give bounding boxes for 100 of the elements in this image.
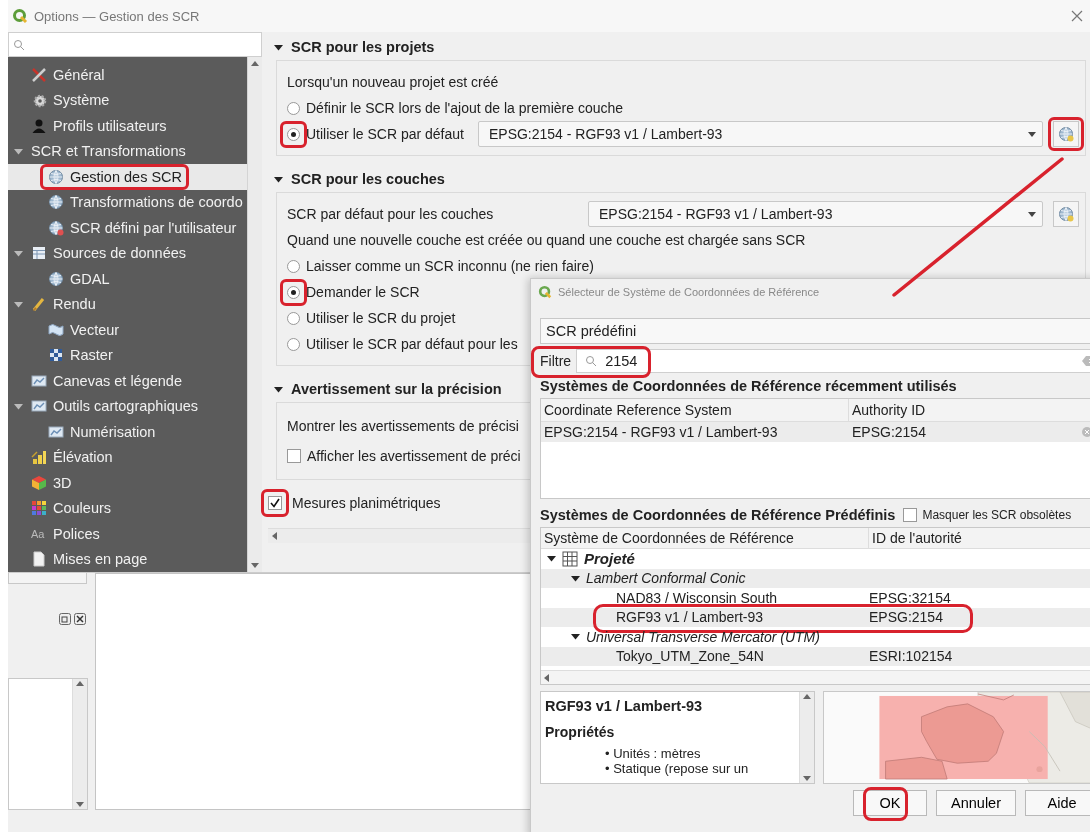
sidebar-item[interactable]: Élévation	[8, 444, 247, 470]
checkbox[interactable]	[268, 496, 282, 510]
up-arrow-icon[interactable]	[803, 694, 811, 699]
tree-row[interactable]: Universal Transverse Mercator (UTM)	[541, 627, 1090, 647]
radio-label[interactable]: Définir le SCR lors de l'ajout de la première couche	[306, 100, 624, 116]
dialog-title: Sélecteur de Système de Coordonnées de Référence	[558, 286, 820, 298]
column-header[interactable]: ID de l'autorité	[869, 528, 1090, 548]
sidebar-item[interactable]: Canevas et légende	[8, 368, 247, 394]
font-icon: Aa	[31, 527, 47, 540]
down-arrow-icon[interactable]	[251, 563, 259, 568]
radio-button[interactable]	[287, 311, 300, 325]
radio-button[interactable]	[287, 285, 300, 299]
sidebar-item[interactable]: SCR défini par l'utilisateur	[8, 215, 247, 241]
sidebar-item[interactable]: 3D	[8, 470, 247, 496]
left-arrow-icon[interactable]	[544, 673, 549, 682]
brush-icon	[31, 296, 47, 313]
caret-icon[interactable]	[274, 384, 283, 394]
globe-icon	[48, 270, 64, 287]
gear-icon	[31, 92, 47, 109]
sidebar-item[interactable]: Mises en page	[8, 546, 247, 572]
column-header[interactable]: Authority ID	[849, 399, 1090, 421]
tree-row[interactable]: RGF93 v1 / Lambert-93 EPSG:2154	[541, 607, 1090, 627]
tree-row[interactable]: Tokyo_UTM_Zone_54N ESRI:102154	[541, 646, 1090, 666]
tools-icon	[31, 66, 47, 83]
caret-icon[interactable]	[1028, 211, 1036, 217]
checkbox[interactable]	[903, 508, 918, 522]
dialog-button[interactable]: Annuler	[936, 790, 1016, 816]
app-logo-icon	[12, 8, 28, 24]
checkbox[interactable]	[287, 449, 301, 463]
radio-button[interactable]	[287, 101, 300, 115]
section-text: Montrer les avertissements de précisi	[287, 418, 519, 434]
sidebar-item[interactable]: Transformations de coordo	[8, 189, 247, 215]
tree-row[interactable]: Lambert Conformal Conic	[541, 568, 1090, 588]
caret-icon[interactable]	[547, 554, 556, 564]
table-icon	[31, 245, 47, 262]
grid-icon	[562, 550, 578, 567]
crs-dropdown[interactable]: EPSG:2154 - RGF93 v1 / Lambert-93	[588, 201, 1043, 227]
radio-button[interactable]	[287, 259, 300, 273]
up-arrow-icon[interactable]	[251, 61, 259, 66]
up-arrow-icon[interactable]	[76, 681, 84, 686]
section-title[interactable]: SCR pour les projets	[291, 39, 435, 55]
caret-icon[interactable]	[1028, 131, 1036, 137]
sidebar-item[interactable]: Raster	[8, 342, 247, 368]
sidebar-item[interactable]: Gestion des SCR	[8, 164, 247, 190]
radio-button[interactable]	[287, 337, 300, 351]
radio-button[interactable]	[287, 127, 300, 141]
down-arrow-icon[interactable]	[76, 802, 84, 807]
sidebar-item[interactable]: Outils cartographiques	[8, 393, 247, 419]
search-icon	[13, 38, 25, 51]
sidebar-item[interactable]: Profils utilisateurs	[8, 113, 247, 139]
radio-label[interactable]: Demander le SCR	[306, 284, 420, 300]
sidebar-item[interactable]: Sources de données	[8, 240, 247, 266]
column-header[interactable]: Système de Coordonnées de Référence	[541, 528, 869, 548]
left-arrow-icon[interactable]	[272, 532, 277, 540]
sidebar-item[interactable]: GDAL	[8, 266, 247, 292]
checkbox-label[interactable]: Afficher les avertissement de préci	[307, 448, 521, 464]
column-header[interactable]: Coordinate Reference System	[541, 399, 849, 421]
scrollbar[interactable]	[72, 679, 87, 809]
checkbox-label[interactable]: Masquer les SCR obsolètes	[922, 508, 1072, 522]
filter-field[interactable]: 2154	[576, 349, 1090, 373]
sidebar-item[interactable]: Général	[8, 62, 247, 88]
globe-icon	[48, 168, 64, 185]
scrollbar[interactable]	[541, 670, 1090, 684]
caret-icon[interactable]	[274, 174, 283, 184]
caret-icon[interactable]	[571, 632, 580, 642]
radio-label[interactable]: Laisser comme un SCR inconnu (ne rien faire)	[306, 258, 594, 274]
down-arrow-icon[interactable]	[803, 776, 811, 781]
sidebar-item[interactable]: Numérisation	[8, 419, 247, 445]
tree-label: Tokyo_UTM_Zone_54N	[616, 648, 764, 665]
sidebar-item[interactable]: Vecteur	[8, 317, 247, 343]
radio-label[interactable]: Utiliser le SCR par défaut	[306, 126, 464, 142]
radio-label[interactable]: Utiliser le SCR par défaut pour les	[306, 336, 518, 352]
sidebar-item[interactable]: Aa Polices	[8, 521, 247, 547]
tree-label: RGF93 v1 / Lambert-93	[616, 609, 764, 626]
search-field[interactable]	[8, 32, 262, 57]
radio-label[interactable]: Utiliser le SCR du projet	[306, 310, 456, 326]
crs-dropdown[interactable]: EPSG:2154 - RGF93 v1 / Lambert-93	[477, 121, 1043, 147]
sidebar-item[interactable]: Couleurs	[8, 495, 247, 521]
table-cell-text: EPSG:2154	[851, 424, 927, 440]
dialog-button[interactable]: Aide	[1025, 790, 1090, 816]
sidebar-item[interactable]: Système	[8, 87, 247, 113]
tree-row[interactable]: Projeté	[541, 549, 1090, 569]
mode-dropdown[interactable]: SCR prédéfini	[540, 318, 1090, 344]
section-text: Quand une nouvelle couche est créée ou quand une couche est chargée sans SCR	[287, 232, 806, 248]
float-icon[interactable]	[59, 613, 71, 625]
globe-icon	[1058, 206, 1074, 222]
caret-icon[interactable]	[571, 573, 580, 583]
section-title: Systèmes de Coordonnées de Référence récemment utilisés	[540, 378, 957, 394]
section-title[interactable]: Avertissement sur la précision	[291, 381, 502, 397]
section-title[interactable]: SCR pour les couches	[291, 171, 445, 187]
table-cell-text: EPSG:2154 - RGF93 v1 / Lambert-93	[543, 424, 779, 440]
caret-icon[interactable]	[274, 42, 283, 52]
sidebar-item[interactable]: Rendu	[8, 291, 247, 317]
tree-row[interactable]: NAD83 / Wisconsin South EPSG:32154	[541, 588, 1090, 608]
dialog-button[interactable]: OK	[853, 790, 927, 816]
checkbox-label[interactable]: Mesures planimétriques	[292, 495, 441, 511]
close-icon[interactable]	[74, 613, 86, 625]
scrollbar[interactable]	[799, 692, 814, 783]
sidebar-item[interactable]: SCR et Transformations	[8, 138, 247, 164]
scrollbar[interactable]	[247, 57, 262, 572]
